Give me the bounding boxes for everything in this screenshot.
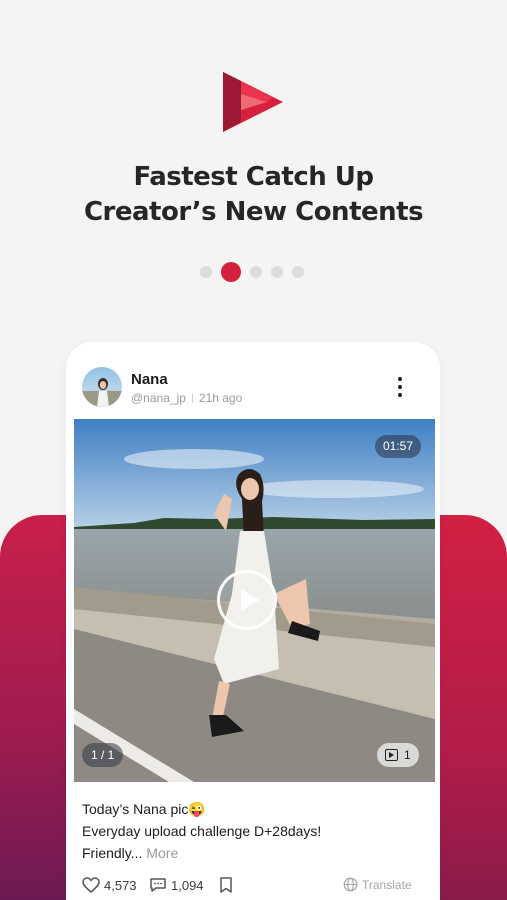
author-name[interactable]: Nana: [131, 371, 168, 388]
brand-logo-icon: [223, 72, 283, 132]
caption-line-3: Friendly... More: [82, 842, 422, 864]
play-icon[interactable]: [217, 570, 277, 630]
page-indicator: [200, 262, 310, 282]
page-dot-2-active[interactable]: [221, 262, 241, 282]
media-pager-badge: 1 / 1: [82, 743, 124, 767]
post-caption: Today’s Nana pic😜 Everyday upload challe…: [82, 798, 422, 864]
video-icon: [385, 749, 398, 761]
meta-separator: [191, 393, 193, 403]
onboarding-headline: Fastest Catch Up Creator’s New Contents: [0, 160, 507, 230]
translate-button[interactable]: Translate: [343, 877, 412, 892]
bookmark-button[interactable]: [219, 877, 233, 893]
page-dot-4[interactable]: [271, 266, 283, 278]
like-count: 4,573: [104, 877, 137, 893]
media-count-value: 1: [404, 748, 411, 762]
post-meta: @nana_jp 21h ago: [131, 391, 242, 405]
video-duration-badge: 01:57: [375, 435, 422, 458]
caption-more-link[interactable]: More: [146, 845, 178, 861]
comment-button[interactable]: 1,094: [149, 877, 204, 893]
headline-line-2: Creator’s New Contents: [83, 197, 424, 227]
post-actions-bar: 4,573 1,094 Translate: [82, 877, 417, 899]
headline-line-1: Fastest Catch Up: [133, 162, 374, 192]
bookmark-icon: [220, 877, 232, 893]
author-handle: @nana_jp: [131, 391, 186, 405]
onboarding-screen: Fastest Catch Up Creator’s New Contents …: [0, 0, 507, 900]
caption-line-3-text: Friendly...: [82, 845, 143, 861]
globe-icon: [343, 877, 358, 892]
translate-label: Translate: [362, 877, 412, 892]
comment-count: 1,094: [171, 877, 204, 893]
comment-icon: [150, 878, 166, 892]
page-dot-1[interactable]: [200, 266, 212, 278]
post-time: 21h ago: [198, 391, 243, 405]
media-count-badge: 1: [377, 743, 419, 767]
page-dot-5[interactable]: [292, 266, 304, 278]
caption-line-2: Everyday upload challenge D+28days!: [82, 823, 322, 839]
more-vertical-icon[interactable]: [392, 377, 408, 397]
heart-icon: [82, 877, 100, 893]
caption-line-1: Today’s Nana pic😜: [82, 801, 206, 817]
like-button[interactable]: 4,573: [82, 877, 137, 893]
author-avatar[interactable]: [82, 367, 122, 407]
page-dot-3[interactable]: [250, 266, 262, 278]
